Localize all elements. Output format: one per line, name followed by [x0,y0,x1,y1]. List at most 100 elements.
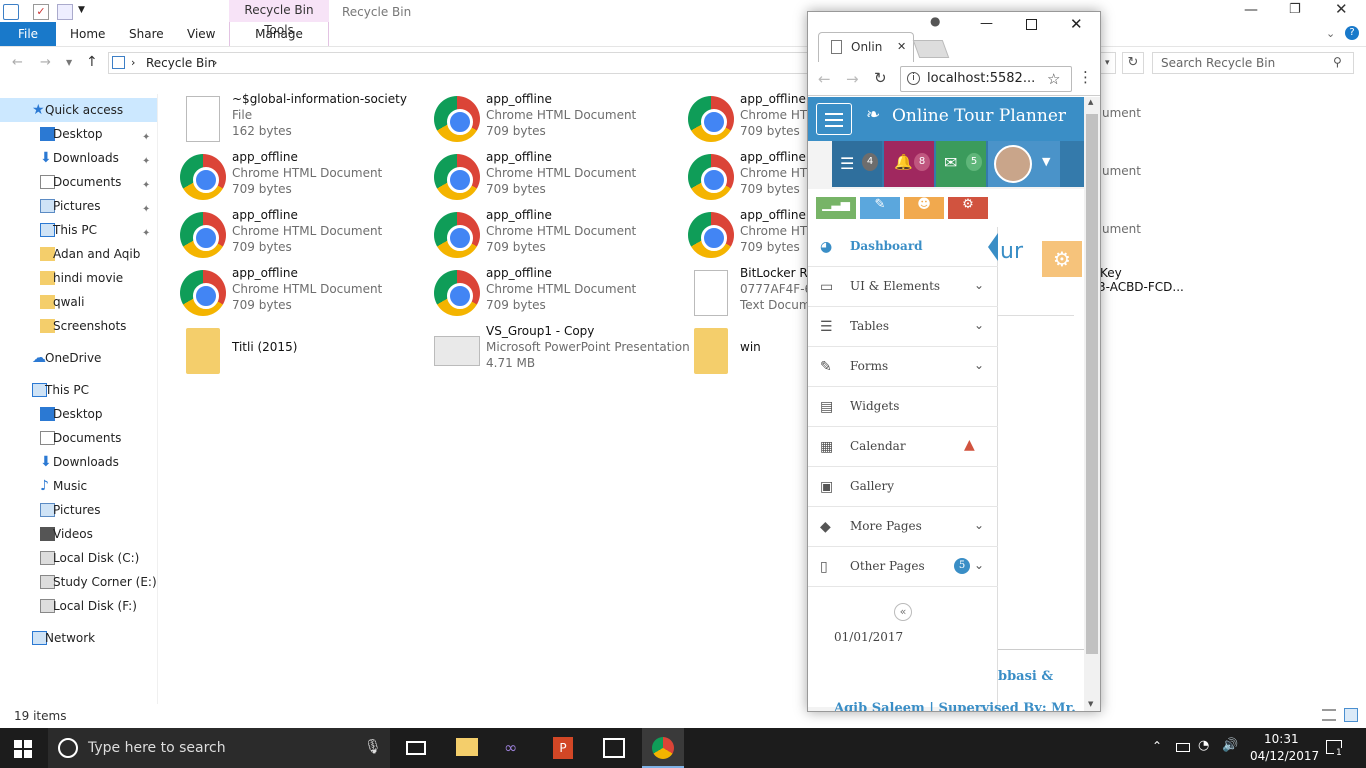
nav-item[interactable]: Adan and Aqib [0,242,157,266]
scrollbar-thumb[interactable] [1086,114,1098,654]
file-item[interactable]: VS_Group1 - Copy Microsoft PowerPoint Pre… [434,324,690,380]
file-item[interactable]: app_offline Chrome HTML Document 709 bytes [180,208,430,264]
profile-icon[interactable]: ● [930,14,940,28]
quick-access-dropdown-icon[interactable]: ▼ [78,5,85,15]
nav-item[interactable]: Local Disk (F:) [0,594,157,618]
sidebar-item[interactable]: ✎ Forms ⌄ [808,347,998,387]
file-item[interactable]: app_offline Chrome HTML Document 709 bytes [434,266,684,322]
chrome-menu-icon[interactable]: ⋮ [1078,68,1093,86]
bookmark-star-icon[interactable]: ☆ [1047,67,1060,91]
tab-view[interactable]: View [187,22,215,46]
search-input[interactable]: Search Recycle Bin [1152,52,1354,74]
nav-item[interactable]: hindi movie [0,266,157,290]
vs-taskbar-icon[interactable]: ∞ [504,738,517,757]
sidebar-item[interactable]: ▭ UI & Elements ⌄ [808,267,998,307]
properties-icon[interactable]: ✓ [33,4,49,20]
restore-button[interactable]: ❐ [1289,2,1301,17]
nav-item[interactable]: Study Corner (E:) [0,570,157,594]
nav-item[interactable]: Network [0,626,157,650]
new-folder-icon[interactable] [57,4,73,20]
nav-item[interactable]: ♪ Music [0,474,157,498]
clock-time[interactable]: 10:31 [1264,732,1299,746]
browser-tab[interactable]: Onlin ✕ [818,32,914,62]
sidebar-item[interactable]: ◕ Dashboard [808,227,998,267]
file-item[interactable]: app_offline Chrome HTML Document 709 bytes [180,150,430,206]
messages-button[interactable]: ✉ 5 [936,141,986,187]
chrome-minimize-button[interactable]: — [980,16,993,31]
taskbar-search[interactable]: Type here to search 🎙 [48,728,390,768]
user-menu-button[interactable]: ▼ [988,141,1060,187]
sidebar-item[interactable]: ◆ More Pages ⌄ [808,507,998,547]
nav-item[interactable]: Pictures ✦ [0,194,157,218]
tab-home[interactable]: Home [70,22,105,46]
chrome-taskbar-icon[interactable] [642,728,684,768]
nav-item[interactable]: Screenshots [0,314,157,338]
nav-scrollbar[interactable] [157,94,158,704]
nav-item[interactable]: Desktop ✦ [0,122,157,146]
wifi-icon[interactable]: ◔ [1198,738,1209,753]
sidebar-item[interactable]: ▯ Other Pages ⌄ 5 [808,547,998,587]
tray-chevron-icon[interactable]: ⌃ [1152,739,1162,753]
file-explorer-taskbar-icon[interactable] [456,738,478,756]
nav-item[interactable]: This PC [0,378,157,402]
file-item[interactable]: app_offline Chrome HTML Document 709 bytes [180,266,430,322]
sidebar-item[interactable]: ▣ Gallery [808,467,998,507]
powerpoint-taskbar-icon[interactable]: P [553,737,573,759]
address-dropdown-icon[interactable]: ▾ [1105,53,1110,73]
back-icon[interactable]: ← [818,70,831,88]
microphone-icon[interactable]: 🎙 [364,739,382,755]
notifications-button[interactable]: 🔔 8 [884,141,934,187]
file-item[interactable]: app_offline Chrome HTML Document 709 bytes [434,150,684,206]
minimize-button[interactable]: — [1244,2,1258,18]
breadcrumb[interactable]: Recycle Bin [146,53,215,73]
forward-icon[interactable]: → [846,70,859,88]
tab-manage[interactable]: Manage [229,22,329,46]
users-shortcut-button[interactable]: ☻ [904,197,944,219]
nav-item[interactable]: ⬇ Downloads [0,450,157,474]
nav-item[interactable]: Videos [0,522,157,546]
clock-date[interactable]: 04/12/2017 [1250,749,1319,763]
photos-taskbar-icon[interactable] [603,738,625,758]
back-icon[interactable]: ← [12,55,23,70]
details-view-icon[interactable] [1322,709,1336,721]
ribbon-expand-icon[interactable]: ⌄ [1326,27,1335,40]
large-icons-view-icon[interactable] [1344,708,1358,722]
nav-item[interactable]: ⬇ Downloads ✦ [0,146,157,170]
close-button[interactable]: ✕ [1335,0,1348,18]
battery-icon[interactable] [1176,743,1190,752]
forward-icon[interactable]: → [40,55,51,70]
sidebar-item[interactable]: ☰ Tables ⌄ [808,307,998,347]
file-item[interactable]: ~$global-information-society File 162 byte… [180,92,430,148]
chrome-close-button[interactable]: ✕ [1070,15,1083,33]
volume-icon[interactable]: 🔊 [1222,738,1238,753]
new-tab-button[interactable] [912,40,950,58]
collapse-sidebar-button[interactable]: « [894,603,912,621]
up-icon[interactable]: ↑ [86,54,98,70]
tab-file[interactable]: File [0,22,56,46]
tasks-button[interactable]: ☰ 4 [832,141,882,187]
task-view-icon[interactable] [406,741,426,755]
sidebar-item[interactable]: ▤ Widgets [808,387,998,427]
nav-item[interactable]: Documents ✦ [0,170,157,194]
nav-item[interactable]: qwali [0,290,157,314]
nav-item[interactable]: This PC ✦ [0,218,157,242]
url-bar[interactable]: i localhost:5582... ☆ [900,66,1072,92]
reload-icon[interactable]: ↻ [874,69,887,87]
scroll-down-icon[interactable]: ▼ [1088,700,1093,708]
file-item[interactable]: app_offline Chrome HTML Document 709 bytes [434,208,684,264]
start-button[interactable] [14,740,32,758]
help-icon[interactable]: ? [1345,26,1359,40]
nav-item[interactable]: Desktop [0,402,157,426]
nav-item[interactable]: Documents [0,426,157,450]
chrome-maximize-button[interactable] [1026,19,1037,30]
edit-shortcut-button[interactable]: ✎ [860,197,900,219]
nav-item[interactable]: ☁ OneDrive [0,346,157,370]
stats-shortcut-button[interactable]: ▁▃▅ [816,197,856,219]
info-icon[interactable]: i [907,72,920,85]
menu-toggle-button[interactable] [816,103,852,135]
settings-gear-button[interactable]: ⚙ [1042,241,1082,277]
file-item[interactable]: app_offline Chrome HTML Document 709 bytes [434,92,684,148]
refresh-icon[interactable]: ↻ [1122,52,1144,74]
file-item[interactable]: Titli (2015) [180,324,430,380]
site-brand[interactable]: Online Tour Planner [892,106,1066,126]
